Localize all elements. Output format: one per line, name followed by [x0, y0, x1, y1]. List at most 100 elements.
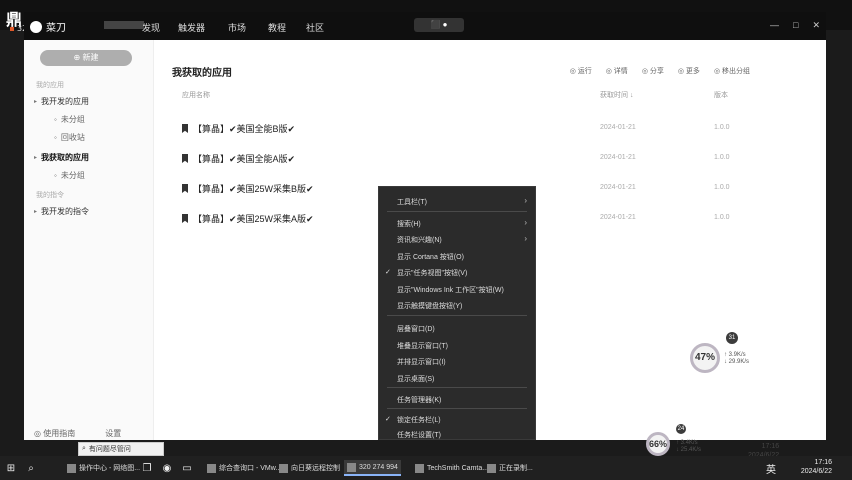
table-row[interactable]: 【算晶】✔美国全能B版✔ [182, 122, 295, 135]
remove-group-button[interactable]: ◎ 移出分组 [714, 66, 750, 76]
menu-item-touch-keyboard[interactable]: 显示触摸键盘按钮(Y) [397, 301, 462, 311]
window-controls: — □ ✕ [770, 20, 820, 31]
sidebar-item-developed-commands[interactable]: ▸ 我开发的指令 [34, 206, 89, 217]
bookmark-icon [182, 214, 188, 223]
edge-icon[interactable]: ◉ [160, 461, 174, 475]
sidebar-footer: ◎ 使用指南 设置 [34, 428, 121, 439]
section-my-apps: 我的应用 [36, 82, 64, 89]
app-icon [207, 463, 216, 473]
app-icon [487, 463, 496, 473]
sidebar-item-ungrouped[interactable]: ◦ 未分组 [54, 114, 85, 125]
chevron-right-icon: › [524, 234, 527, 243]
taskbar-app[interactable]: TechSmith Camta... [412, 460, 491, 476]
app-icon [279, 463, 288, 473]
taskbar-app[interactable]: 操作中心 - 网络图... [64, 460, 143, 476]
caret-icon: ▸ [34, 155, 38, 161]
brand-name: 菜刀 [46, 23, 66, 34]
table-cell-time: 2024-01-21 [600, 154, 636, 161]
more-button[interactable]: ◎ 更多 [678, 66, 700, 76]
bookmark-icon [182, 154, 188, 163]
nav-market[interactable]: 市场 [228, 21, 246, 34]
table-cell-version: 1.0.0 [714, 184, 730, 191]
menu-item-show-desktop[interactable]: 显示桌面(S) [397, 374, 434, 384]
sidebar-item-acquired-apps[interactable]: ▸ 我获取的应用 [34, 152, 89, 163]
section-my-commands: 我的指令 [36, 192, 64, 199]
taskbar-app[interactable]: 正在录制... [484, 460, 536, 476]
sidebar-item-ungrouped-acquired[interactable]: ◦ 未分组 [54, 170, 85, 181]
settings-link[interactable]: 设置 [105, 428, 121, 439]
details-button[interactable]: ◎ 详情 [606, 66, 628, 76]
menu-item-stack[interactable]: 堆叠显示窗口(T) [397, 341, 448, 351]
menu-item-toolbars[interactable]: 工具栏(T) [397, 197, 427, 207]
taskbar-app[interactable]: 综合查询口 - VMw... [204, 460, 284, 476]
run-button[interactable]: ◎ 运行 [570, 66, 592, 76]
network-speed: ↑ 3.9K/s ↓ 29.9K/s [724, 352, 750, 365]
nav-community[interactable]: 社区 [306, 21, 324, 34]
inner-search-box[interactable]: ⌕ 有问题尽管问 [78, 442, 164, 456]
menu-item-search[interactable]: 搜索(H) [397, 219, 421, 229]
check-icon: ✓ [385, 269, 391, 276]
check-icon: ✓ [385, 416, 391, 423]
brand-logo-icon [30, 20, 42, 33]
sidebar-item-developed-apps[interactable]: ▸ 我开发的应用 [34, 96, 89, 107]
new-app-button[interactable]: ⊕ 新建 [40, 50, 132, 66]
taskbar-app[interactable]: 向日葵远程控制 [276, 460, 343, 476]
table-row[interactable]: 【算晶】✔美国全能A版✔ [182, 152, 295, 165]
table-cell-version: 1.0.0 [714, 124, 730, 131]
taskbar-context-menu: 工具栏(T) › 搜索(H) › 资讯和兴趣(N) › 显示 Cortana 按… [378, 186, 536, 440]
table-cell-version: 1.0.0 [714, 154, 730, 161]
menu-item-cascade[interactable]: 层叠窗口(D) [397, 324, 435, 334]
menu-divider [387, 387, 527, 388]
folder-icon: ◦ [54, 171, 57, 180]
share-button[interactable]: ◎ 分享 [642, 66, 664, 76]
close-icon[interactable]: ✕ [812, 20, 820, 31]
explorer-icon[interactable]: ▭ [180, 461, 194, 475]
table-cell-time: 2024-01-21 [600, 124, 636, 131]
nav-discover[interactable]: 发现 [142, 21, 160, 34]
menu-divider [387, 211, 527, 212]
menu-item-side-by-side[interactable]: 并排显示窗口(I) [397, 357, 446, 367]
app-icon [415, 463, 424, 473]
badge-count: 24 [676, 424, 686, 434]
menu-item-cortana[interactable]: 显示 Cortana 按钮(O) [397, 252, 464, 262]
network-speed: ↑ 3.4K/s ↓ 25.4K/s [676, 440, 702, 453]
nav-tutorials[interactable]: 教程 [268, 21, 286, 34]
search-icon[interactable]: ⌕ [24, 461, 38, 475]
menu-item-task-manager[interactable]: 任务管理器(K) [397, 395, 441, 405]
menu-item-lock-taskbar[interactable]: ✓ 锁定任务栏(L) [385, 415, 441, 425]
performance-gauge[interactable]: 47% [690, 343, 720, 373]
app-brand[interactable]: 菜刀 [30, 19, 66, 34]
column-header-time[interactable]: 获取时间 ↓ [600, 90, 633, 100]
bookmark-icon [182, 184, 188, 193]
column-header-version[interactable]: 版本 [714, 90, 728, 100]
sidebar: ⊕ 新建 我的应用 ▸ 我开发的应用 ◦ 未分组 ◦ 回收站 ▸ 我获取的应用 … [24, 40, 154, 440]
table-row[interactable]: 【算晶】✔美国25W采集B版✔ [182, 182, 314, 195]
menu-item-task-view[interactable]: ✓ 显示"任务视图"按钮(V) [385, 268, 467, 278]
taskbar: ⊞ ⌕ ❐ ◉ ▭ 操作中心 - 网络图... 综合查询口 - VMw... 向… [0, 456, 852, 480]
table-row[interactable]: 【算晶】✔美国25W采集A版✔ [182, 212, 314, 225]
app-icon [347, 462, 356, 472]
session-color-icon [10, 26, 14, 31]
menu-item-taskbar-settings[interactable]: 任务栏设置(T) [397, 430, 441, 440]
nav-triggers[interactable]: 触发器 [178, 21, 205, 34]
system-clock[interactable]: 17:16 2024/6/22 [801, 458, 832, 476]
sidebar-item-recycle-bin[interactable]: ◦ 回收站 [54, 132, 85, 143]
caret-icon: ▸ [34, 209, 38, 215]
app-topbar: 菜刀 发现 触发器 市场 教程 社区 ⬛ ● — □ ✕ [24, 12, 826, 40]
menu-item-windows-ink[interactable]: 显示"Windows Ink 工作区"按钮(W) [397, 285, 504, 295]
menu-item-news[interactable]: 资讯和兴趣(N) [397, 235, 442, 245]
toolbar-actions: ◎ 运行 ◎ 详情 ◎ 分享 ◎ 更多 ◎ 移出分组 [570, 66, 750, 76]
recording-pill[interactable]: ⬛ ● [414, 18, 464, 32]
chevron-right-icon: › [524, 218, 527, 227]
column-header-name[interactable]: 应用名称 [182, 90, 210, 100]
language-indicator[interactable]: 英 [764, 461, 778, 476]
minimize-icon[interactable]: — [770, 20, 779, 31]
bookmark-icon [182, 124, 188, 133]
trash-icon: ◦ [54, 133, 57, 142]
performance-gauge[interactable]: 66% [646, 432, 670, 456]
guide-link[interactable]: ◎ 使用指南 [34, 428, 75, 439]
page-title: 我获取的应用 [172, 68, 232, 79]
maximize-icon[interactable]: □ [793, 20, 798, 31]
windows-start-icon[interactable]: ⊞ [4, 461, 18, 475]
taskbar-app-active[interactable]: 320 274 994 [344, 460, 401, 476]
